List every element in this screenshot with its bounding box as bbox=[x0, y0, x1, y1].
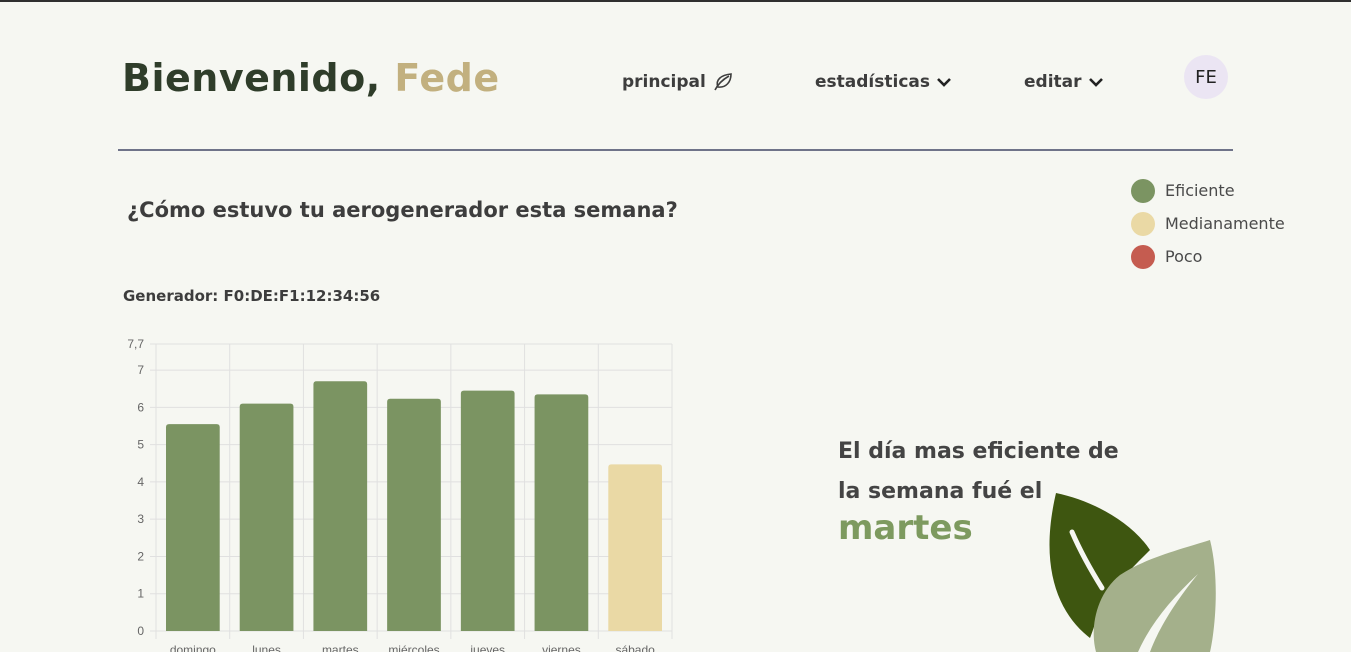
week-question: ¿Cómo estuvo tu aerogenerador esta seman… bbox=[127, 198, 678, 222]
x-tick-label: miércoles bbox=[388, 643, 439, 652]
bar-lunes bbox=[239, 403, 294, 631]
y-tick-label: 1 bbox=[137, 587, 144, 601]
efficiency-legend: Eficiente Medianamente Poco bbox=[1131, 174, 1285, 273]
bar-jueves bbox=[460, 390, 515, 631]
legend-swatch bbox=[1131, 178, 1155, 203]
welcome-heading: Bienvenido, Fede bbox=[122, 56, 500, 100]
x-tick-label: lunes bbox=[252, 643, 281, 652]
bar-martes bbox=[313, 381, 368, 631]
chevron-down-icon bbox=[936, 76, 952, 88]
leaves-illustration bbox=[1049, 493, 1216, 652]
nav-estadisticas[interactable]: estadísticas bbox=[815, 72, 952, 92]
best-day-name: martes bbox=[838, 508, 973, 548]
leaf-icon bbox=[712, 72, 734, 92]
bar-miércoles bbox=[387, 398, 441, 631]
avatar-initials: FE bbox=[1195, 66, 1217, 88]
x-tick-label: domingo bbox=[170, 643, 216, 652]
nav-principal-label: principal bbox=[622, 72, 706, 92]
legend-swatch bbox=[1131, 211, 1155, 236]
weekly-efficiency-chart: 0 1 2 3 4 5 6 7 7,7 domingo lunes martes miércoles ju… bbox=[127, 337, 673, 652]
x-tick-label: martes bbox=[322, 643, 359, 652]
y-tick-label: 4 bbox=[137, 475, 144, 489]
y-tick-label: 0 bbox=[137, 624, 144, 638]
legend-item-eficiente: Eficiente bbox=[1131, 174, 1285, 207]
bar-sábado bbox=[608, 464, 662, 631]
y-tick-label: 6 bbox=[137, 400, 144, 414]
nav-principal[interactable]: principal bbox=[622, 72, 734, 92]
legend-item-poco: Poco bbox=[1131, 240, 1285, 273]
header-divider bbox=[118, 149, 1233, 151]
chevron-down-icon bbox=[1088, 76, 1104, 88]
y-tick-label: 3 bbox=[137, 512, 144, 526]
nav-editar-label: editar bbox=[1024, 72, 1082, 92]
y-tick-label: 5 bbox=[137, 438, 144, 452]
user-avatar[interactable]: FE bbox=[1184, 55, 1228, 99]
x-tick-label: sábado bbox=[615, 643, 655, 652]
legend-label: Eficiente bbox=[1165, 181, 1235, 200]
x-tick-label: jueves bbox=[469, 643, 505, 652]
legend-label: Poco bbox=[1165, 247, 1203, 266]
user-name: Fede bbox=[394, 56, 500, 100]
generator-id: Generador: F0:DE:F1:12:34:56 bbox=[123, 287, 381, 305]
bar-viernes bbox=[534, 394, 589, 631]
y-tick-label: 7,7 bbox=[127, 337, 144, 351]
nav-estadisticas-label: estadísticas bbox=[815, 72, 930, 92]
legend-swatch bbox=[1131, 244, 1155, 269]
bar-domingo bbox=[166, 424, 220, 631]
nav-editar[interactable]: editar bbox=[1024, 72, 1104, 92]
y-tick-label: 7 bbox=[137, 363, 144, 377]
top-border bbox=[0, 0, 1351, 2]
x-tick-label: viernes bbox=[542, 643, 581, 652]
greeting-text: Bienvenido, bbox=[122, 56, 381, 100]
y-tick-label: 2 bbox=[137, 549, 144, 563]
legend-item-medianamente: Medianamente bbox=[1131, 207, 1285, 240]
legend-label: Medianamente bbox=[1165, 214, 1285, 233]
